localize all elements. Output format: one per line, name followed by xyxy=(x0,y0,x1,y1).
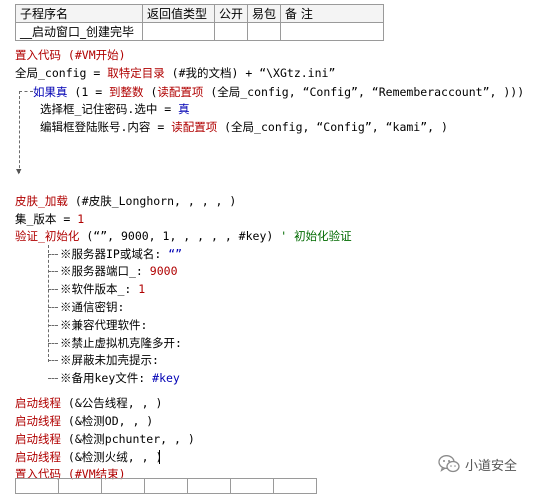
param-label: ※备用key文件: xyxy=(60,371,146,385)
code-text: ( xyxy=(143,85,158,99)
param-compat-proxy[interactable]: ※兼容代理软件: xyxy=(60,317,147,333)
param-tree-branch xyxy=(48,325,58,326)
code-line-thread-huorong[interactable]: 启动线程 (&检测火绒, , ) xyxy=(15,449,162,465)
param-value: 9000 xyxy=(149,264,178,278)
code-text: (全局_config, “Config”, “kami”, ) xyxy=(217,120,448,134)
cell-subroutine-name[interactable]: __启动窗口_创建完毕 xyxy=(15,22,143,41)
code-func: 启动线程 xyxy=(15,432,61,446)
param-server-port[interactable]: ※服务器端口_: 9000 xyxy=(60,263,178,279)
param-value: 1 xyxy=(138,282,146,296)
param-label: ※屏蔽未加壳提示: xyxy=(60,353,159,367)
param-tree-branch xyxy=(48,307,58,308)
code-func: 验证_初始化 xyxy=(15,229,80,243)
wechat-logo-icon xyxy=(438,455,460,473)
param-label: ※通信密钥: xyxy=(60,300,125,314)
param-label: ※服务器IP或域名: xyxy=(60,247,162,261)
code-text: 编辑框登陆账号.内容 = xyxy=(40,120,172,134)
param-tree-branch xyxy=(48,271,58,272)
code-func: 读配置项 xyxy=(157,85,204,99)
param-backup-key-file[interactable]: ※备用key文件: #key xyxy=(60,370,180,386)
param-server-ip[interactable]: ※服务器IP或域名: “” xyxy=(60,246,182,262)
subroutine-table: 子程序名 返回值类型 公开 易包 备 注 __启动窗口_创建完毕 xyxy=(15,4,385,41)
code-func: 启动线程 xyxy=(15,450,61,464)
col-header-easy-pack: 易包 xyxy=(247,4,282,23)
code-line-version[interactable]: 集_版本 = 1 xyxy=(15,211,84,227)
param-tree-branch xyxy=(48,289,58,290)
flow-guide xyxy=(19,91,20,173)
code-keyword: 如果真 xyxy=(33,85,68,99)
stub-cell xyxy=(187,478,231,494)
col-header-name: 子程序名 xyxy=(15,4,143,23)
cell-remark[interactable] xyxy=(280,22,385,41)
param-tree-guide xyxy=(48,245,49,362)
code-func: 取特定目录 xyxy=(107,66,165,80)
cell-easy-pack[interactable] xyxy=(247,22,282,41)
param-tree-branch xyxy=(48,378,58,379)
code-line-thread-od[interactable]: 启动线程 (&检测OD, , ) xyxy=(15,413,153,429)
flow-arrow-down-icon: ▼ xyxy=(16,167,22,177)
code-func: 启动线程 xyxy=(15,396,61,410)
code-line-account[interactable]: 编辑框登陆账号.内容 = 读配置项 (全局_config, “Config”, … xyxy=(40,119,448,135)
watermark: 小道安全 xyxy=(438,454,517,474)
param-comm-key[interactable]: ※通信密钥: xyxy=(60,299,124,315)
text-cursor xyxy=(159,450,160,464)
watermark-text: 小道安全 xyxy=(465,458,518,474)
code-text: (&检测pchunter, , ) xyxy=(61,432,195,446)
stub-cell xyxy=(273,478,317,494)
code-func: 到整数 xyxy=(109,85,144,99)
param-label: ※兼容代理软件: xyxy=(60,318,148,332)
code-text: (“”, 9000, 1, , , , , #key) xyxy=(79,229,274,243)
param-value: “” xyxy=(168,247,183,261)
param-label: ※禁止虚拟机克隆多开: xyxy=(60,336,182,350)
stub-cell xyxy=(230,478,274,494)
code-line-skin[interactable]: 皮肤_加载 (#皮肤_Longhorn, , , , ) xyxy=(15,193,236,209)
param-tree-branch xyxy=(48,360,58,361)
code-func: 皮肤_加载 xyxy=(15,194,68,208)
code-keyword: 真 xyxy=(178,102,190,116)
cell-public[interactable] xyxy=(213,22,249,41)
stub-cell xyxy=(101,478,145,494)
flow-guide xyxy=(19,91,33,92)
code-func: 读配置项 xyxy=(171,120,218,134)
col-header-return-type: 返回值类型 xyxy=(142,4,215,23)
param-label: ※软件版本_: xyxy=(60,282,132,296)
param-tree-branch xyxy=(48,343,58,344)
stub-cell xyxy=(58,478,102,494)
col-header-remark: 备 注 xyxy=(280,4,385,23)
code-text: (#我的文档) + “\XGtz.ini” xyxy=(164,66,336,80)
code-line-thread-pchunter[interactable]: 启动线程 (&检测pchunter, , ) xyxy=(15,431,195,447)
code-text: (1 = xyxy=(67,85,110,99)
code-text: (全局_config, “Config”, “Rememberaccount”,… xyxy=(203,85,525,99)
table-row[interactable]: __启动窗口_创建完毕 xyxy=(15,22,385,41)
next-table-stub xyxy=(15,478,317,494)
param-label: ※服务器端口_: xyxy=(60,264,143,278)
code-line-vm-start[interactable]: 置入代码 (#VM开始) xyxy=(15,47,126,63)
param-software-version[interactable]: ※软件版本_: 1 xyxy=(60,281,145,297)
code-func: 启动线程 xyxy=(15,414,61,428)
code-text: 全局_config = xyxy=(15,66,108,80)
cell-return-type[interactable] xyxy=(142,22,215,41)
param-value: #key xyxy=(152,371,180,385)
param-block-vm-clone[interactable]: ※禁止虚拟机克隆多开: xyxy=(60,335,182,351)
code-number: 1 xyxy=(77,212,85,226)
code-line-if[interactable]: 如果真 (1 = 到整数 (读配置项 (全局_config, “Config”,… xyxy=(33,84,524,100)
param-hide-unpacked-tip[interactable]: ※屏蔽未加壳提示: xyxy=(60,352,159,368)
stub-cell xyxy=(15,478,59,494)
table-header-row: 子程序名 返回值类型 公开 易包 备 注 xyxy=(15,4,385,23)
code-text: (&检测火绒, , ) xyxy=(61,450,163,464)
code-line-thread-notice[interactable]: 启动线程 (&公告线程, , ) xyxy=(15,395,162,411)
code-comment: ' 初始化验证 xyxy=(273,229,352,243)
param-tree-branch xyxy=(48,254,58,255)
col-header-public: 公开 xyxy=(213,4,249,23)
code-text: (#皮肤_Longhorn, , , , ) xyxy=(67,194,237,208)
code-line-verify-init[interactable]: 验证_初始化 (“”, 9000, 1, , , , , #key) ' 初始化… xyxy=(15,228,352,244)
code-line-remember[interactable]: 选择框_记住密码.选中 = 真 xyxy=(40,101,190,117)
code-line-config-path[interactable]: 全局_config = 取特定目录 (#我的文档) + “\XGtz.ini” xyxy=(15,65,335,81)
code-text: 集_版本 = xyxy=(15,212,78,226)
code-text: 选择框_记住密码.选中 = xyxy=(40,102,179,116)
stub-cell xyxy=(144,478,188,494)
code-text: (&公告线程, , ) xyxy=(61,396,163,410)
code-text: (&检测OD, , ) xyxy=(61,414,154,428)
